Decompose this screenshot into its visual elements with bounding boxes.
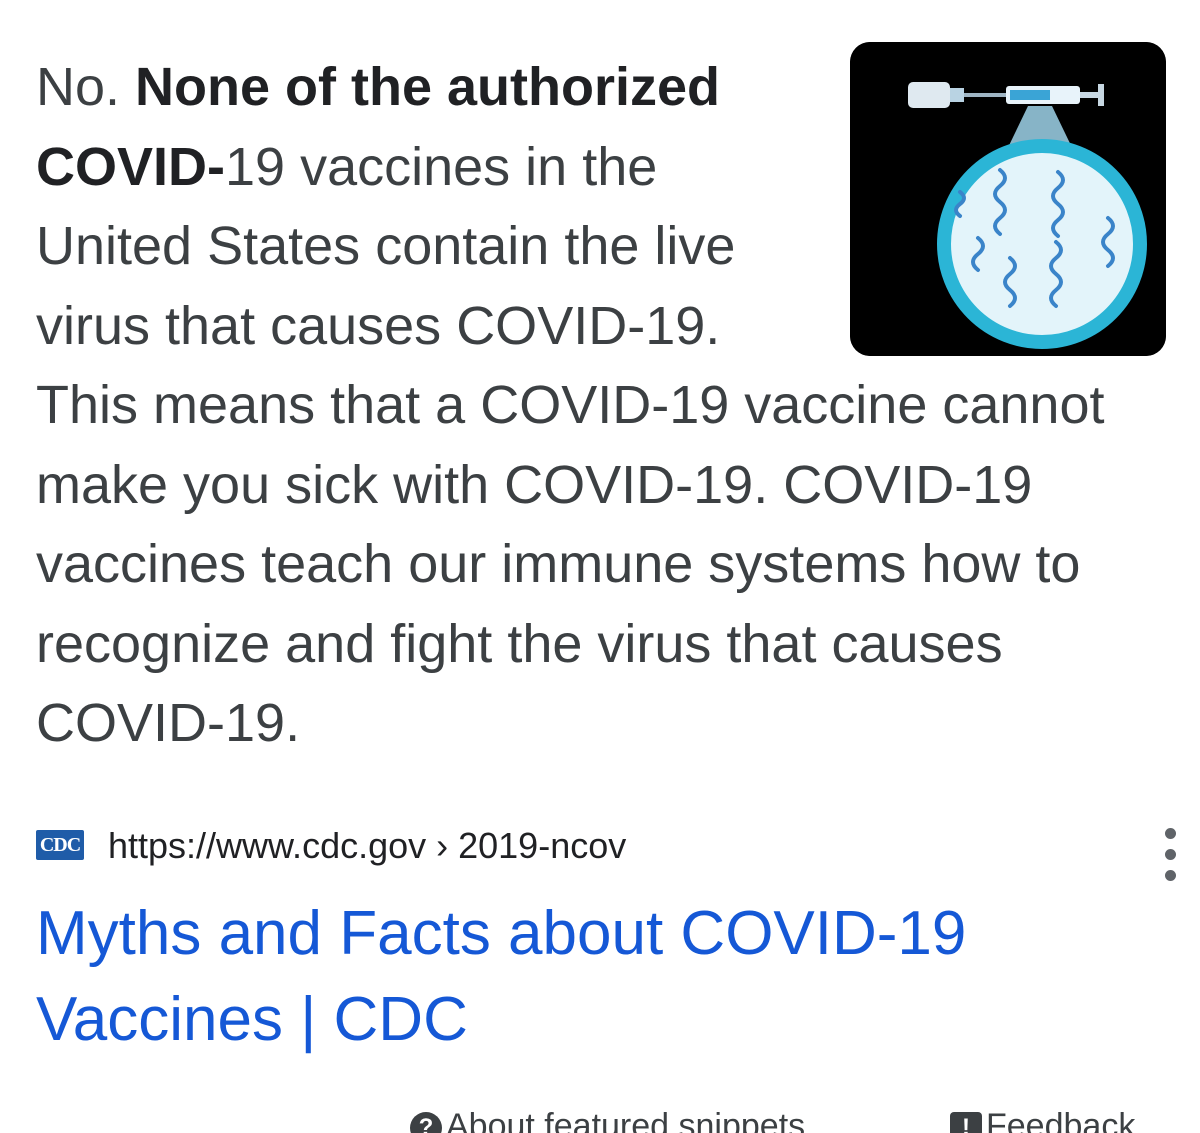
source-row: CDC https://www.cdc.gov › 2019-ncov	[36, 820, 1186, 881]
snippet-footer: ? About featured snippets ! Feedback	[0, 1106, 1200, 1133]
more-vert-icon[interactable]	[1156, 828, 1186, 884]
snippet-prefix: No.	[36, 57, 136, 117]
source-url[interactable]: https://www.cdc.gov › 2019-ncov	[108, 824, 626, 868]
about-snippets-label: About featured snippets	[446, 1107, 806, 1133]
snippet-thumbnail-wrapper	[850, 42, 1166, 362]
feedback-link[interactable]: ! Feedback	[950, 1106, 1135, 1133]
cdc-favicon-icon: CDC	[36, 830, 84, 860]
menu-dot	[1165, 870, 1176, 881]
feedback-label: Feedback	[986, 1107, 1136, 1133]
help-icon: ?	[410, 1112, 442, 1133]
featured-snippet-text: No. None of the authorized COVID-19 vacc…	[36, 42, 1166, 764]
about-snippets-link[interactable]: ? About featured snippets	[410, 1106, 805, 1133]
menu-dot	[1165, 849, 1176, 860]
feedback-icon: !	[950, 1112, 982, 1133]
vaccine-thumbnail-icon[interactable]	[850, 42, 1166, 356]
result-title-link[interactable]: Myths and Facts about COVID-19 Vaccines …	[36, 891, 1136, 1063]
menu-dot	[1165, 828, 1176, 839]
